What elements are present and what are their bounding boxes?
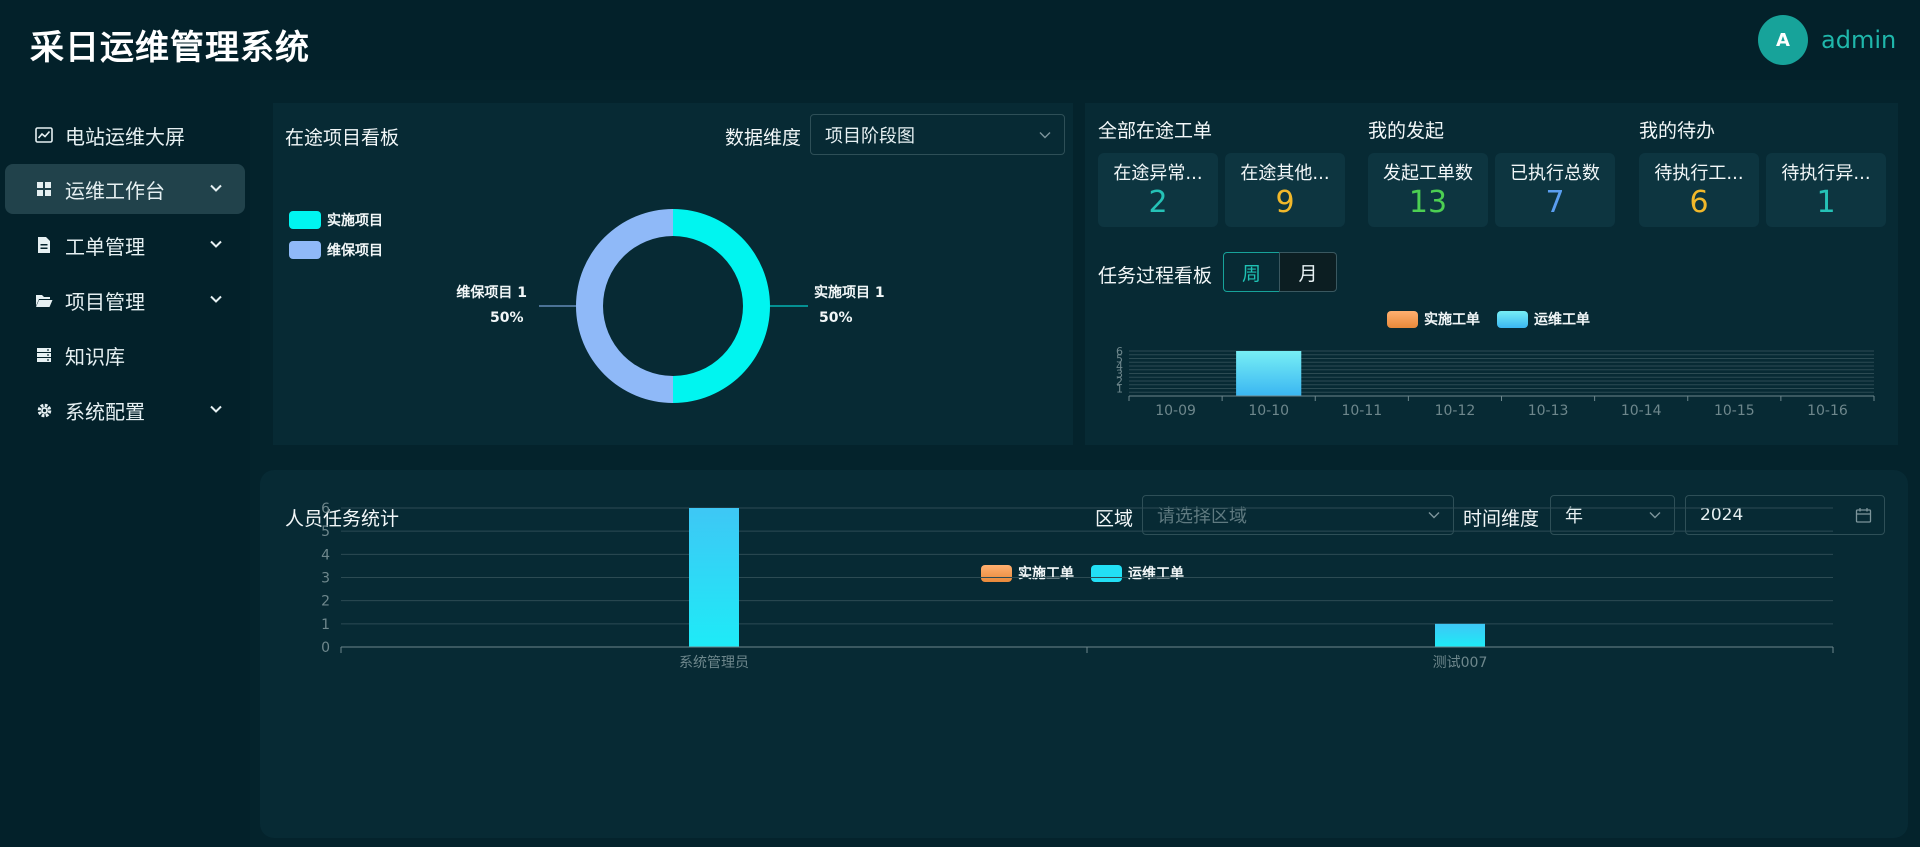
bar-ops-测试007[interactable] bbox=[1435, 623, 1485, 647]
task-chart-bars bbox=[1236, 351, 1302, 396]
donut-legend-label-maint: 维保项目 bbox=[327, 242, 383, 259]
y-tick-label: 2 bbox=[321, 594, 330, 610]
grid-icon bbox=[35, 180, 53, 198]
x-tick-label: 10-10 bbox=[1248, 403, 1289, 419]
personnel-panel: 人员任务统计 区域 请选择区域 时间维度 年 2024 实施工单 运维工单 01… bbox=[260, 470, 1908, 838]
y-tick-label: 0 bbox=[321, 640, 330, 656]
document-icon bbox=[35, 236, 53, 254]
y-tick-label: 4 bbox=[321, 547, 330, 563]
avatar[interactable]: A bbox=[1758, 15, 1808, 65]
bar-ops-10-10[interactable] bbox=[1236, 351, 1302, 396]
donut-label-maint: 维保项目 1 bbox=[456, 284, 527, 301]
x-tick-label: 10-12 bbox=[1435, 403, 1476, 419]
chevron-down-icon bbox=[210, 295, 222, 303]
bar-ops-系统管理员[interactable] bbox=[689, 508, 739, 647]
sidebar-item-label: 系统配置 bbox=[65, 399, 145, 424]
personnel-legend-item-impl[interactable]: 实施工单 bbox=[981, 565, 1074, 582]
app-title: 采日运维管理系统 bbox=[30, 28, 310, 68]
chevron-down-icon bbox=[210, 184, 222, 192]
chevron-down-icon bbox=[210, 240, 222, 248]
line-chart-icon bbox=[35, 126, 53, 144]
x-tick-label: 测试007 bbox=[1433, 655, 1488, 671]
x-tick-label: 10-15 bbox=[1714, 403, 1755, 419]
username[interactable]: admin bbox=[1821, 26, 1896, 54]
donut-label-impl: 实施项目 1 bbox=[814, 284, 885, 301]
y-tick-label: 6 bbox=[321, 501, 330, 517]
sidebar-item-label: 电站运维大屏 bbox=[65, 124, 185, 149]
x-tick-label: 10-16 bbox=[1807, 403, 1848, 419]
sidebar-item-system-config[interactable]: 系统配置 bbox=[5, 385, 245, 435]
x-tick-label: 10-09 bbox=[1155, 403, 1196, 419]
task-legend-label-impl: 实施工单 bbox=[1424, 311, 1480, 328]
personnel-task-chart: 实施工单 运维工单 0 1 2 3 4 5 6 系统管理员 测试007 bbox=[321, 501, 1834, 671]
task-chart-axis: 12345610-09 10-10 10-11 10-12 10-13 10-14 10-1… bbox=[1116, 345, 1875, 419]
donut-slice-maint[interactable] bbox=[576, 209, 673, 403]
personnel-legend-label-impl: 实施工单 bbox=[1018, 565, 1074, 582]
task-legend-label-ops: 运维工单 bbox=[1534, 311, 1590, 328]
x-tick-label: 系统管理员 bbox=[679, 655, 749, 671]
sidebar-item-label: 知识库 bbox=[65, 344, 125, 369]
donut-legend-item-maint[interactable]: 维保项目 bbox=[289, 241, 383, 259]
project-board-panel: 在途项目看板 数据维度 项目阶段图 实施项目 维保项目 实施项目 1 50% 维… bbox=[273, 103, 1073, 445]
x-tick-label: 10-14 bbox=[1621, 403, 1662, 419]
sidebar-item-label: 工单管理 bbox=[65, 234, 145, 259]
sidebar-item-label: 运维工作台 bbox=[65, 178, 165, 203]
donut-legend-item-impl[interactable]: 实施项目 bbox=[289, 211, 383, 229]
work-order-panel: 全部在途工单 我的发起 我的待办 在途异常... 2 在途其他... 9 发起工… bbox=[1085, 103, 1898, 445]
folder-open-icon bbox=[35, 291, 53, 309]
donut-slice-impl[interactable] bbox=[673, 209, 770, 403]
y-tick-label: 5 bbox=[321, 524, 330, 540]
donut-pct-maint: 50% bbox=[490, 310, 524, 326]
chevron-down-icon bbox=[210, 405, 222, 413]
server-icon bbox=[35, 346, 53, 364]
donut-pct-impl: 50% bbox=[819, 310, 853, 326]
y-tick-label: 3 bbox=[321, 571, 330, 587]
sidebar-item-knowledge-base[interactable]: 知识库 bbox=[5, 330, 245, 380]
x-tick-label: 10-13 bbox=[1528, 403, 1569, 419]
personnel-legend-label-ops: 运维工单 bbox=[1128, 565, 1184, 582]
task-process-chart: 实施工单 运维工单 12345610-09 10-10 10-11 10-12 10-1… bbox=[1116, 311, 1875, 419]
sidebar-item-projects[interactable]: 项目管理 bbox=[5, 275, 245, 325]
task-legend-item-ops[interactable]: 运维工单 bbox=[1497, 311, 1590, 328]
personnel-chart-grid bbox=[341, 507, 1833, 625]
app-header: 采日运维管理系统 A admin bbox=[0, 0, 1920, 80]
personnel-legend-item-ops[interactable]: 运维工单 bbox=[1091, 565, 1184, 582]
sidebar: 电站运维大屏 运维工作台 工单管理 项目管理 知识库 系统配置 bbox=[0, 80, 250, 847]
sidebar-item-station-dashboard[interactable]: 电站运维大屏 bbox=[5, 110, 245, 160]
project-donut-chart: 实施项目 维保项目 实施项目 1 50% 维保项目 1 50% bbox=[289, 209, 885, 403]
personnel-chart-axis: 0 1 2 3 4 5 6 系统管理员 测试007 bbox=[321, 501, 1834, 671]
sidebar-item-label: 项目管理 bbox=[65, 289, 145, 314]
x-tick-label: 10-11 bbox=[1341, 403, 1382, 419]
y-tick-label: 6 bbox=[1116, 345, 1123, 358]
task-legend-item-impl[interactable]: 实施工单 bbox=[1387, 311, 1480, 328]
y-tick-label: 1 bbox=[321, 617, 330, 633]
donut-legend-label-impl: 实施项目 bbox=[327, 212, 383, 229]
sidebar-item-ops-workbench[interactable]: 运维工作台 bbox=[5, 164, 245, 214]
sidebar-item-work-orders[interactable]: 工单管理 bbox=[5, 220, 245, 270]
gear-icon bbox=[35, 401, 53, 419]
